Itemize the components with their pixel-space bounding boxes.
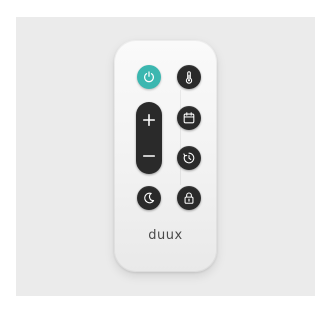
power-icon	[144, 71, 154, 83]
night-mode-button[interactable]	[137, 186, 161, 210]
plus-icon	[142, 113, 156, 127]
padlock-icon	[184, 192, 194, 204]
moon-icon	[144, 192, 155, 204]
brand-logo: duux	[148, 228, 183, 243]
level-rocker	[136, 102, 162, 174]
timer-icon	[183, 152, 195, 164]
power-button[interactable]	[137, 65, 161, 89]
remote-control: duux	[114, 40, 217, 272]
child-lock-button[interactable]	[177, 186, 201, 210]
divider	[180, 90, 181, 185]
schedule-button[interactable]	[177, 106, 201, 130]
minus-icon	[142, 155, 156, 157]
thermometer-icon	[185, 71, 193, 84]
calendar-icon	[183, 112, 195, 124]
timer-button[interactable]	[177, 146, 201, 170]
increase-button[interactable]	[136, 102, 162, 138]
temperature-button[interactable]	[177, 65, 201, 89]
decrease-button[interactable]	[136, 138, 162, 174]
